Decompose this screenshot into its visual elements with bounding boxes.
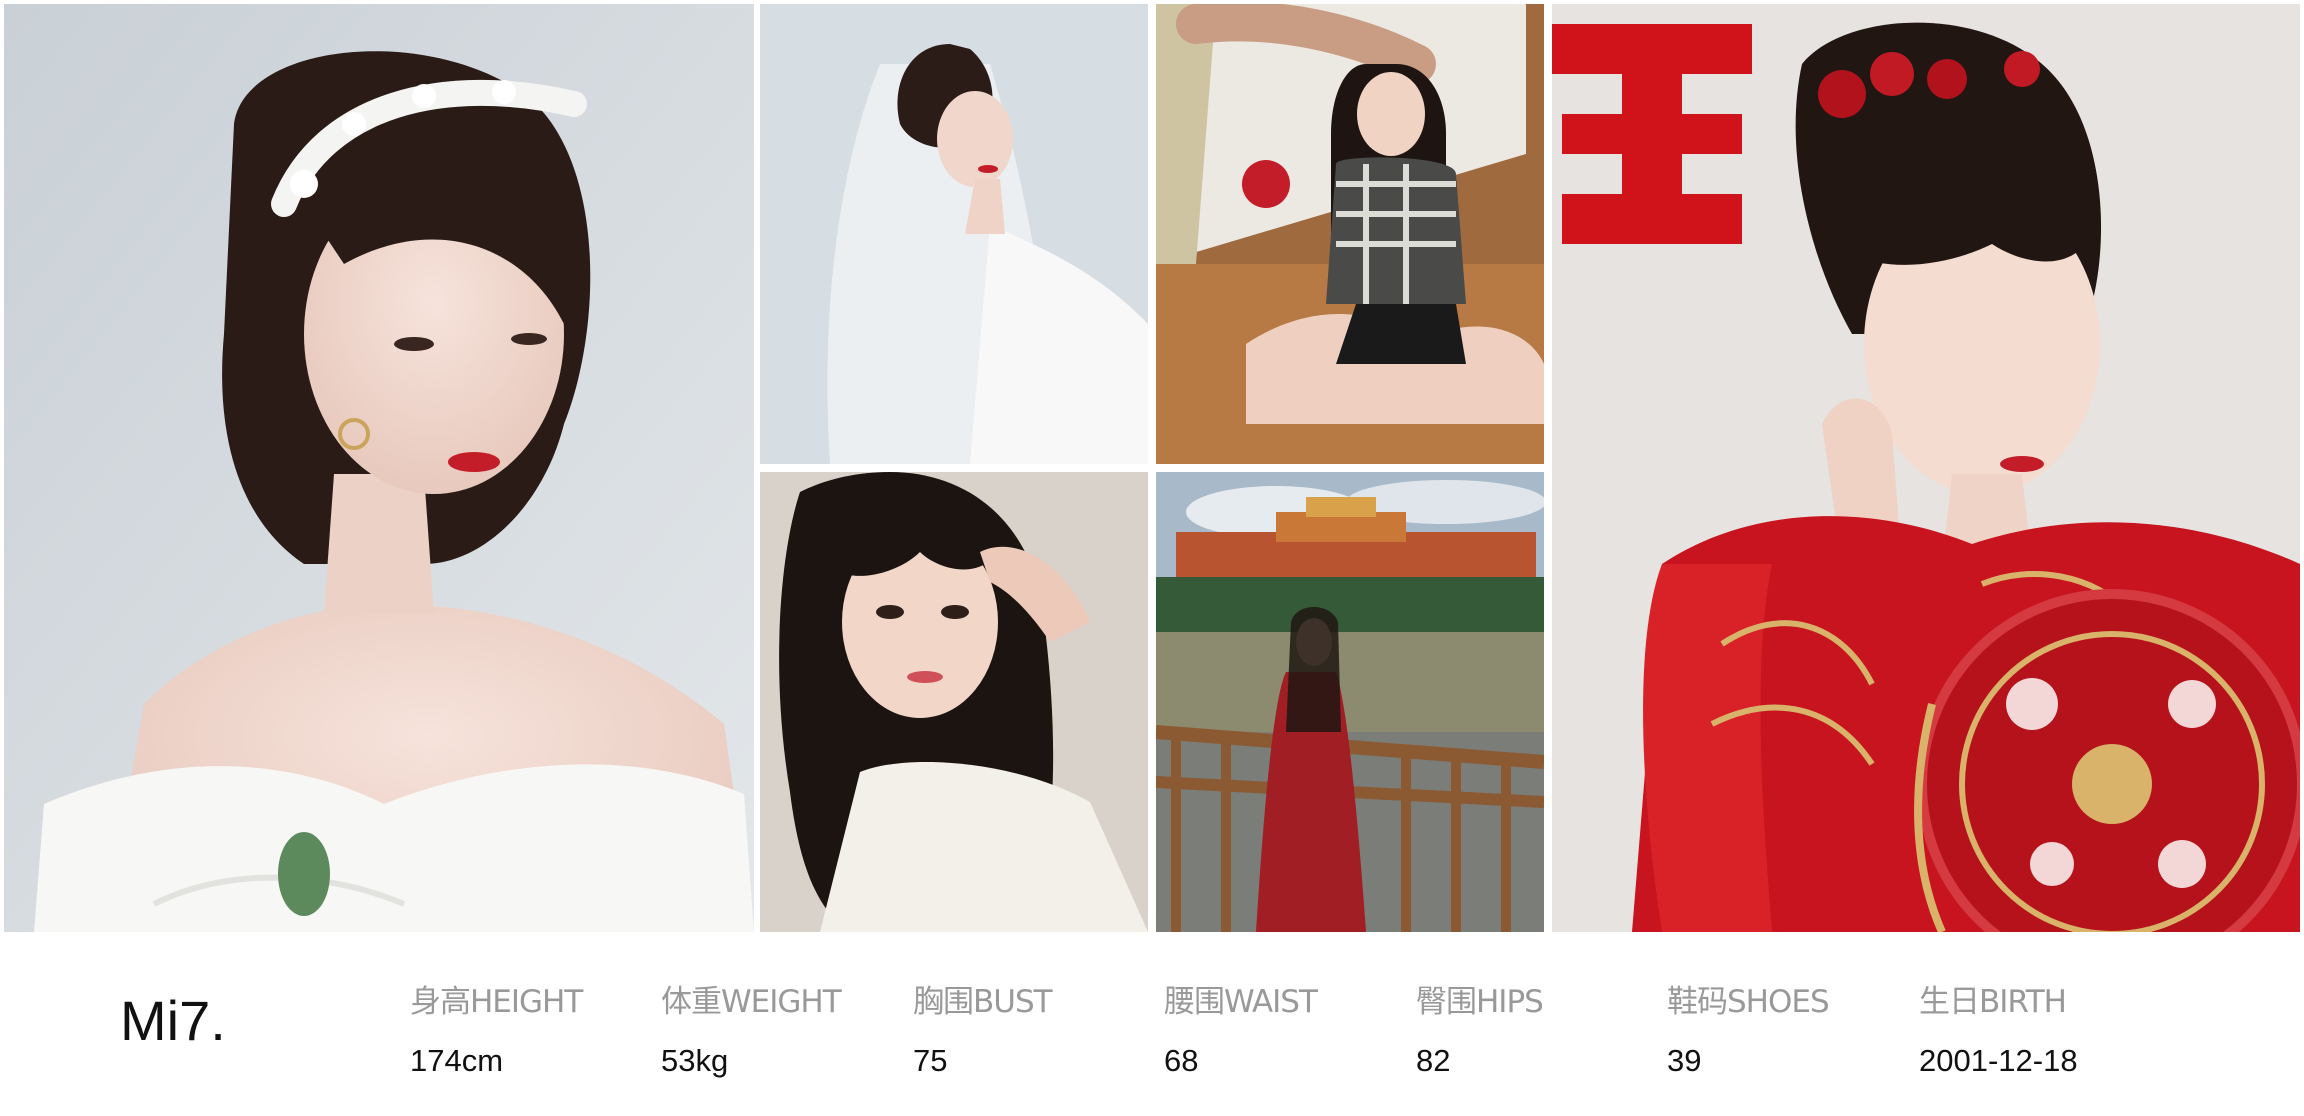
stat-value: 68 [1164, 1043, 1199, 1078]
veil-portrait-photo [760, 4, 1148, 464]
stat-label: 生日BIRTH [1919, 984, 2067, 1020]
bridal-portrait-photo [4, 4, 754, 932]
stat-value: 82 [1416, 1043, 1451, 1078]
stat-label: 鞋码SHOES [1667, 984, 1830, 1020]
stat-label: 腰围WAIST [1164, 984, 1318, 1020]
stat-value: 2001-12-18 [1919, 1043, 2078, 1078]
stat-label: 胸围BUST [913, 984, 1053, 1020]
stat-value: 39 [1667, 1043, 1702, 1078]
temple-outdoor-photo [1156, 472, 1544, 932]
stat-weight: 体重WEIGHT 53kg [661, 976, 842, 1079]
red-dress-fan-photo [1552, 4, 2300, 932]
stat-bust: 胸围BUST 75 [913, 976, 1053, 1079]
stat-label: 身高HEIGHT [410, 984, 583, 1020]
stat-label: 体重WEIGHT [661, 984, 842, 1020]
selfie-photo [760, 472, 1148, 932]
model-name: Mi7. [120, 989, 226, 1052]
stat-height: 身高HEIGHT 174cm [410, 976, 583, 1079]
stat-birth: 生日BIRTH 2001-12-18 [1919, 976, 2078, 1079]
stat-waist: 腰围WAIST 68 [1164, 976, 1318, 1079]
stat-label: 臀围HIPS [1416, 984, 1544, 1020]
stat-shoes: 鞋码SHOES 39 [1667, 976, 1830, 1079]
plaid-shirt-floor-photo [1156, 4, 1544, 464]
stat-hips: 臀围HIPS 82 [1416, 976, 1544, 1079]
stat-value: 174cm [410, 1043, 504, 1078]
stat-value: 75 [913, 1043, 948, 1078]
stat-value: 53kg [661, 1043, 729, 1078]
